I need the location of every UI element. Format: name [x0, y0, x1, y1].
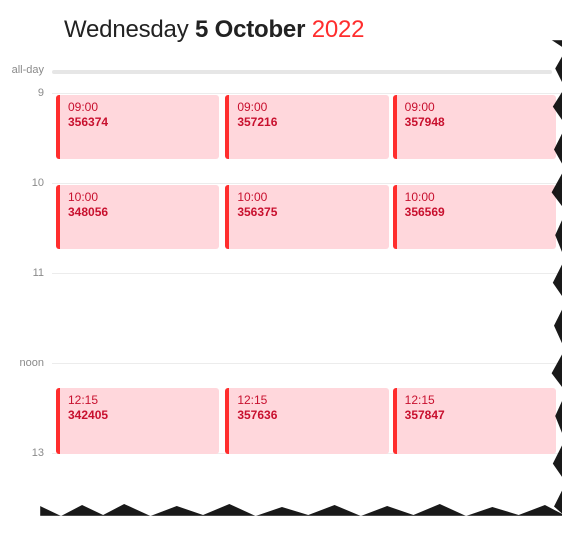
- event-time: 10:00: [405, 190, 548, 205]
- event-time: 09:00: [237, 100, 380, 115]
- calendar-grid[interactable]: 91011noon1309:0035637409:0035721609:0035…: [0, 93, 562, 543]
- event-title: 348056: [68, 205, 211, 220]
- event-title: 356569: [405, 205, 548, 220]
- calendar-event[interactable]: 09:00356374: [56, 95, 219, 159]
- year-label: 2022: [312, 16, 365, 43]
- calendar-event[interactable]: 10:00356569: [393, 185, 556, 249]
- calendar-event[interactable]: 12:15357847: [393, 388, 556, 454]
- event-time: 12:15: [405, 393, 548, 408]
- hour-label: 13: [0, 447, 52, 537]
- event-time: 12:15: [68, 393, 211, 408]
- calendar-event[interactable]: 09:00357216: [225, 95, 388, 159]
- calendar-event[interactable]: 10:00356375: [225, 185, 388, 249]
- event-title: 356374: [68, 115, 211, 130]
- event-time: 10:00: [237, 190, 380, 205]
- event-title: 356375: [237, 205, 380, 220]
- hour-label: noon: [0, 357, 52, 447]
- calendar-event[interactable]: 09:00357948: [393, 95, 556, 159]
- event-title: 357847: [405, 408, 548, 423]
- weekday-label: Wednesday: [64, 16, 189, 43]
- event-time: 09:00: [405, 100, 548, 115]
- event-time: 10:00: [68, 190, 211, 205]
- hour-label: 9: [0, 87, 52, 177]
- calendar-event[interactable]: 10:00348056: [56, 185, 219, 249]
- event-title: 357636: [237, 408, 380, 423]
- event-title: 357948: [405, 115, 548, 130]
- date-header: Wednesday 5 October 2022: [0, 0, 562, 58]
- hour-label: 11: [0, 267, 52, 357]
- event-title: 357216: [237, 115, 380, 130]
- event-time: 12:15: [237, 393, 380, 408]
- calendar-event[interactable]: 12:15357636: [225, 388, 388, 454]
- allday-row[interactable]: all-day: [0, 58, 562, 83]
- day-month-label: 5 October: [195, 16, 305, 43]
- allday-track[interactable]: [52, 70, 552, 74]
- allday-label: all-day: [0, 64, 52, 76]
- calendar-event[interactable]: 12:15342405: [56, 388, 219, 454]
- event-title: 342405: [68, 408, 211, 423]
- hour-label: 10: [0, 177, 52, 267]
- event-time: 09:00: [68, 100, 211, 115]
- events-layer: 09:0035637409:0035721609:0035794810:0034…: [56, 93, 558, 543]
